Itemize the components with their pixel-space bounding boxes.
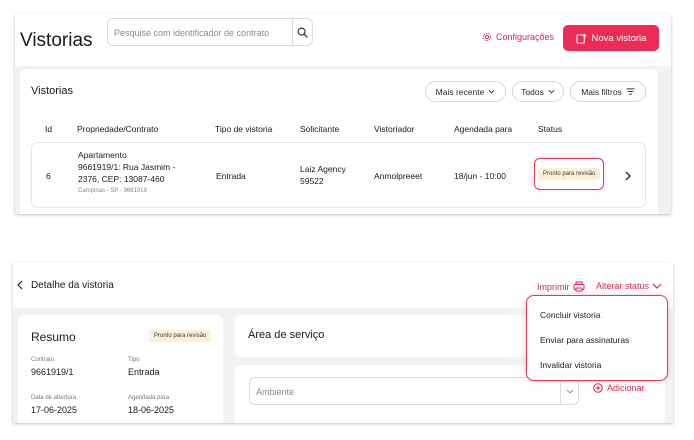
more-filters-button[interactable]: Mais filtros: [570, 81, 646, 102]
print-button[interactable]: Imprimir: [537, 281, 585, 292]
service-area-title: Área de serviço: [248, 329, 325, 341]
print-label: Imprimir: [537, 281, 570, 292]
chevron-down-icon: [566, 389, 573, 394]
menu-item-send-signatures[interactable]: Enviar para assinaturas: [540, 335, 629, 345]
new-inspection-icon: [575, 33, 587, 44]
inspections-list-window: Vistorias Configurações No: [15, 14, 671, 214]
type-label: Tipo: [128, 357, 140, 363]
settings-link[interactable]: Configurações: [482, 32, 554, 42]
requester-id: 59522: [300, 176, 324, 186]
column-header-inspector: Vistoriador: [374, 124, 415, 134]
environment-placeholder: Ambiente: [256, 387, 295, 397]
inspections-card: Vistorias Mais recente Todos Mais filtro…: [20, 69, 658, 214]
summary-title: Resumo: [31, 330, 76, 344]
column-header-property: Propriedade/Contrato: [77, 124, 159, 134]
plus-circle-icon: [593, 383, 603, 393]
chevron-right-icon[interactable]: [625, 171, 631, 181]
filter-icon: [626, 88, 635, 95]
search-button[interactable]: [292, 19, 312, 45]
new-inspection-button[interactable]: Nova vistoria: [563, 25, 659, 51]
settings-label: Configurações: [496, 32, 555, 42]
page-title: Vistorias: [20, 30, 93, 51]
summary-status-badge: Pronto para revisão: [149, 330, 212, 342]
chevron-left-icon[interactable]: [17, 280, 23, 290]
opened-label: Data de abertura: [31, 395, 77, 401]
printer-icon: [573, 281, 584, 292]
environment-select[interactable]: Ambiente: [249, 377, 579, 405]
row-property: Apartamento 9661919/1: Rua Jasmim - 2376…: [78, 149, 175, 197]
detail-title: Detalhe da vistoria: [31, 280, 114, 291]
row-type: Entrada: [216, 171, 246, 181]
column-header-status: Status: [538, 124, 563, 134]
summary-card: Resumo Pronto para revisão Contrato 9661…: [18, 315, 223, 423]
row-id: 6: [46, 171, 51, 181]
sort-dropdown[interactable]: Mais recente: [425, 81, 506, 102]
chevron-down-icon: [652, 283, 662, 289]
column-header-type: Tipo de vistoria: [215, 124, 273, 134]
environment-select-arrow[interactable]: [560, 378, 578, 404]
opened-value: 17-06-2025: [31, 405, 78, 415]
search-box: [107, 18, 313, 46]
search-icon: [297, 27, 308, 38]
sort-label: Mais recente: [435, 86, 485, 97]
column-header-requester: Solicitante: [300, 124, 340, 134]
property-address-2: 2376, CEP: 13087-460: [78, 174, 165, 184]
add-environment-button[interactable]: Adicionar: [593, 383, 645, 393]
menu-item-invalidate[interactable]: Invalidar vistoria: [540, 360, 601, 370]
type-value: Entrada: [128, 367, 160, 377]
property-city: Campinas - SP - 9661919: [78, 188, 147, 194]
table-row[interactable]: 6 Apartamento 9661919/1: Rua Jasmim - 23…: [31, 142, 646, 208]
column-header-scheduled: Agendada para: [454, 124, 513, 134]
card-title: Vistorias: [31, 85, 73, 97]
new-inspection-label: Nova vistoria: [591, 32, 647, 44]
more-filters-label: Mais filtros: [581, 86, 622, 97]
add-environment-label: Adicionar: [607, 383, 645, 393]
scheduled-label: Agendada para: [128, 395, 170, 401]
chevron-down-icon: [488, 89, 495, 94]
row-scheduled: 18/jun - 10:00: [454, 171, 506, 181]
requester-name: Laiz Agency: [300, 164, 346, 174]
contract-value: 9661919/1: [31, 367, 74, 377]
property-type: Apartamento: [78, 150, 127, 160]
menu-item-conclude[interactable]: Concluir vistoria: [540, 310, 600, 320]
row-requester: Laiz Agency 59522: [300, 163, 346, 187]
gear-icon: [482, 32, 492, 42]
header-bar: Vistorias Configurações No: [15, 14, 671, 66]
property-address-1: 9661919/1: Rua Jasmim -: [78, 162, 176, 172]
contract-label: Contrato: [31, 357, 55, 363]
search-input[interactable]: [114, 25, 286, 41]
status-filter-dropdown[interactable]: Todos: [512, 81, 564, 102]
chevron-down-icon: [548, 89, 555, 94]
status-menu: Concluir vistoria Enviar para assinatura…: [526, 295, 668, 381]
scheduled-value: 18-06-2025: [128, 405, 175, 415]
change-status-label: Alterar status: [596, 281, 650, 291]
column-header-id: Id: [45, 124, 53, 134]
change-status-button[interactable]: Alterar status: [596, 281, 662, 291]
status-badge: Pronto para revisão: [538, 168, 601, 180]
row-inspector: Anmolpreeet: [374, 171, 423, 181]
status-filter-label: Todos: [521, 86, 544, 97]
